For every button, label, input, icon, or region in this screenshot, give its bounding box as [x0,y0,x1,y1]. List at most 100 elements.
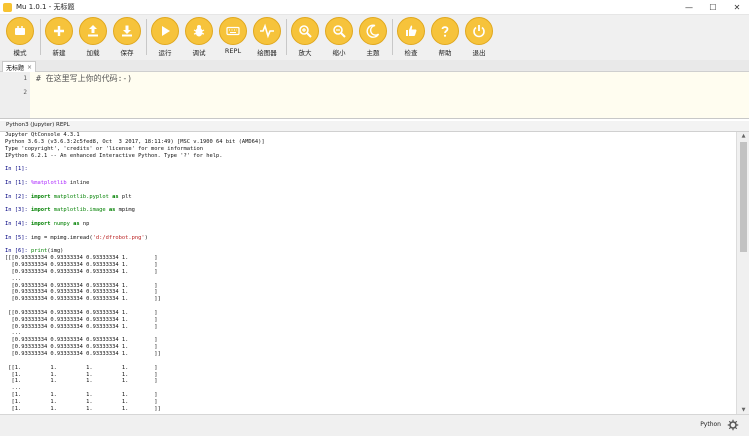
run-button[interactable]: 运行 [149,17,181,57]
console-banner-line: IPython 6.2.1 -- An enhanced Interactive… [5,152,223,159]
theme-button[interactable]: 主题 [357,17,389,57]
zoom-out-button[interactable]: 缩小 [323,17,355,57]
repl-tab-label[interactable]: Python3 (Jupyter) REPL [6,122,70,128]
console-output-block: [[1. 1. 1. 1. ] [1. 1. 1. 1. ] [1. 1. 1.… [8,364,161,412]
repl-console[interactable]: Jupyter QtConsole 4.3.1 Python 3.6.3 (v3… [0,132,736,414]
power-icon [465,17,493,45]
console-input-line: In [4]: import numpy as np [0,221,736,228]
check-button[interactable]: 检查 [395,17,427,57]
zoom-out-icon [325,17,353,45]
string-literal: 'd:/dfrobot.png' [92,234,145,241]
code-line[interactable]: # 在这里写上你的代码:-) [36,72,132,86]
repl-button[interactable]: REPL [217,17,249,55]
editor-tab-label: 无标题 [6,64,25,72]
line-number-gutter: 1 2 [0,72,30,118]
line-number: 2 [23,89,27,96]
input-prompt: In [5]: [5,234,28,241]
scroll-up-arrow-icon[interactable]: ▲ [737,132,749,140]
help-icon [431,17,459,45]
zoom-in-icon [291,17,319,45]
toolbar-divider [392,19,393,55]
download-icon [113,17,141,45]
alias: mpimg [115,207,135,214]
code: img = mpimg.imread( [27,234,93,241]
editor-tab-bar: 无标题 × [0,60,749,72]
toolbar-divider [40,19,41,55]
check-label: 检查 [404,49,418,57]
console-banner-line: Type 'copyright', 'credits' or 'license'… [5,145,203,152]
toolbar-divider [286,19,287,55]
zoom-in-button[interactable]: 放大 [289,17,321,57]
mode-button[interactable]: 模式 [4,17,36,57]
zoom-out-label: 缩小 [332,49,346,57]
keyword: import [30,220,51,227]
keyword: import [30,193,51,200]
editor-tab[interactable]: 无标题 × [2,61,37,72]
plus-icon [45,17,73,45]
console-input-line: In [5]: img = mpimg.imread('d:/dfrobot.p… [0,235,736,242]
console-scrollbar[interactable]: ▲ ▼ [736,132,749,414]
console-output-block: [[0.93333334 0.93333334 0.93333334 1. ] … [8,309,161,357]
input-prompt: In [6]: [5,248,28,255]
magic-command: %matplotlib [30,179,67,186]
theme-label: 主题 [366,49,380,57]
repl-tab-bar: Python3 (Jupyter) REPL [0,121,749,132]
play-icon [151,17,179,45]
new-label: 新建 [52,49,66,57]
console-input-line: In [3]: import matplotlib.image as mpimg [0,207,736,214]
save-label: 保存 [120,49,134,57]
scroll-down-arrow-icon[interactable]: ▼ [737,406,749,414]
repl-label: REPL [224,47,242,55]
help-label: 帮助 [438,49,452,57]
help-button[interactable]: 帮助 [429,17,461,57]
title-bar: Mu 1.0.1 - 无标题 — ☐ ✕ [0,0,749,15]
plotter-label: 绘图器 [257,49,277,57]
function-name: print [27,248,48,255]
mode-label: 模式 [13,49,27,57]
toolbar: 模式 新建 加载 保存 运行 调试 REPL 绘图器 放大 缩小 主题 检查 帮… [0,15,749,60]
input-prompt: In [4]: [5,220,28,227]
input-prompt: In [3]: [5,207,28,214]
alias: np [79,220,90,227]
code: (img) [47,248,64,255]
debug-label: 调试 [192,49,206,57]
minimize-button[interactable]: — [677,0,701,14]
close-window-button[interactable]: ✕ [725,0,749,14]
input-prompt: In [1]: [5,179,28,186]
moon-icon [359,17,387,45]
plotter-icon [253,17,281,45]
module-name: matplotlib.pyplot [50,193,113,200]
input-prompt: In [2]: [5,193,28,200]
keyword: import [30,207,51,214]
gear-icon[interactable] [727,419,739,431]
close-tab-icon[interactable]: × [27,64,32,71]
scrollbar-thumb[interactable] [740,142,747,252]
new-button[interactable]: 新建 [43,17,75,57]
load-label: 加载 [86,49,100,57]
bug-icon [185,17,213,45]
input-prompt: In [1]: [5,166,28,173]
save-button[interactable]: 保存 [111,17,143,57]
mode-icon [6,17,34,45]
line-number: 1 [23,75,27,82]
plotter-button[interactable]: 绘图器 [251,17,283,57]
console-banner-line: Jupyter QtConsole 4.3.1 [5,132,80,138]
alias: plt [118,193,132,200]
quit-label: 退出 [472,49,486,57]
code: ) [144,234,148,241]
quit-button[interactable]: 退出 [463,17,495,57]
console-input-line: In [1]: %matplotlib inline [0,180,736,187]
load-button[interactable]: 加载 [77,17,109,57]
window-title: Mu 1.0.1 - 无标题 [16,3,75,11]
toolbar-divider [146,19,147,55]
module-name: matplotlib.image [50,207,109,214]
upload-icon [79,17,107,45]
thumbs-up-icon [397,17,425,45]
maximize-button[interactable]: ☐ [701,0,725,14]
magic-args: inline [66,179,90,186]
keyboard-icon [219,17,247,45]
console-banner-line: Python 3.6.3 (v3.6.3:2c5fed8, Oct 3 2017… [5,138,265,145]
code-editor[interactable]: 1 2 # 在这里写上你的代码:-) [0,72,749,119]
status-bar: Python [0,414,749,436]
debug-button[interactable]: 调试 [183,17,215,57]
